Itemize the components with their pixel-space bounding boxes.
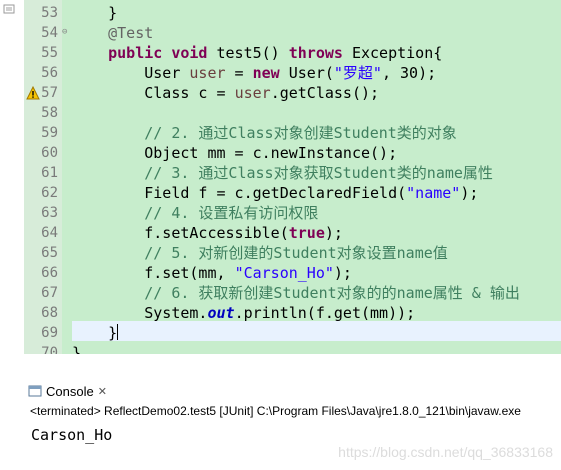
code-line[interactable]: } [72, 343, 81, 354]
fold-collapse-icon[interactable]: ⊖ [62, 28, 71, 37]
code-token: } [72, 344, 82, 354]
code-token: @Test [108, 24, 154, 42]
code-token: user [234, 84, 271, 102]
code-token: test5() [207, 44, 289, 62]
code-token: , 30); [381, 64, 437, 82]
code-token: Exception{ [342, 44, 443, 62]
pin-icon [3, 4, 15, 14]
code-token: new [252, 64, 280, 82]
code-line[interactable]: @Test [72, 23, 153, 43]
warning-icon[interactable] [26, 86, 40, 100]
code-token: ); [333, 264, 352, 282]
panel-divider [0, 354, 561, 378]
line-number: 64 [41, 225, 58, 241]
code-line[interactable]: } [72, 323, 119, 343]
code-token: f.setAccessible( [72, 224, 289, 242]
code-token: user [189, 64, 226, 82]
code-token: Class c = [72, 84, 235, 102]
close-icon[interactable]: ✕ [98, 385, 107, 398]
code-token: ); [460, 184, 479, 202]
watermark: https://blog.csdn.net/qq_36833168 [338, 444, 553, 460]
code-line[interactable]: f.setAccessible(true); [72, 223, 343, 243]
code-token: Field f = c.getDeclaredField( [72, 184, 407, 202]
code-line[interactable]: // 2. 通过Class对象创建Student类的对象 [72, 123, 457, 143]
code-token: true [288, 224, 325, 242]
code-token: User( [279, 64, 334, 82]
code-token: } [72, 324, 118, 342]
console-output: Carson_Ho [31, 426, 113, 444]
line-number: 55 [41, 45, 58, 61]
code-token: // 6. 获取新创建Student对象的的name属性 & 输出 [144, 284, 520, 302]
code-token: Object mm = c.newInstance(); [72, 144, 398, 162]
code-line[interactable]: Field f = c.getDeclaredField("name"); [72, 183, 478, 203]
line-number: 65 [41, 245, 58, 261]
line-number: 69 [41, 325, 58, 341]
line-number: 54 [41, 25, 58, 41]
code-token: .getClass(); [270, 84, 380, 102]
code-line[interactable]: // 5. 对新创建的Student对象设置name值 [72, 243, 448, 263]
code-token: // 5. 对新创建的Student对象设置name值 [144, 244, 448, 262]
code-token: f.set(mm, [72, 264, 235, 282]
code-line[interactable]: User user = new User("罗超", 30); [72, 63, 436, 83]
code-token: = [225, 64, 253, 82]
code-token: } [72, 4, 118, 22]
folding-ruler [62, 0, 72, 354]
console-icon [28, 385, 42, 397]
line-number: 66 [41, 265, 58, 281]
code-editor[interactable]: 53 } 54 @Test ⊖ 55 public void test5() thro… [0, 0, 561, 354]
line-number: 61 [41, 165, 58, 181]
code-token: void [171, 44, 208, 62]
code-line[interactable]: // 3. 通过Class对象获取Student类的name属性 [72, 163, 493, 183]
code-line[interactable]: } [72, 3, 117, 23]
code-token: // 3. 通过Class对象获取Student类的name属性 [144, 164, 493, 182]
code-line[interactable]: f.set(mm, "Carson_Ho"); [72, 263, 352, 283]
line-number: 62 [41, 185, 58, 201]
code-token: User [72, 64, 190, 82]
code-token: "name" [406, 184, 461, 202]
terminated-status: <terminated> ReflectDemo02.test5 [JUnit]… [30, 404, 521, 418]
code-token: .println(f.get(mm)); [234, 304, 416, 322]
line-number: 68 [41, 305, 58, 321]
current-line-highlight [72, 321, 561, 341]
code-token: // 2. 通过Class对象创建Student类的对象 [144, 124, 457, 142]
code-line[interactable]: // 4. 设置私有访问权限 [72, 203, 318, 223]
code-token: throws [288, 44, 343, 62]
code-line[interactable]: Class c = user.getClass(); [72, 83, 379, 103]
line-number: 60 [41, 145, 58, 161]
code-token: public [108, 44, 163, 62]
code-token: ); [324, 224, 343, 242]
text-caret [117, 324, 119, 340]
code-line[interactable]: public void test5() throws Exception{ [72, 43, 442, 63]
code-line[interactable]: System.out.println(f.get(mm)); [72, 303, 415, 323]
line-number: 56 [41, 65, 58, 81]
code-token: "罗超" [333, 64, 382, 82]
code-token: "Carson_Ho" [234, 264, 334, 282]
code-token: out [207, 304, 235, 322]
code-token: // 4. 设置私有访问权限 [144, 204, 319, 222]
line-number: 53 [41, 5, 58, 21]
line-number: 70 [41, 345, 58, 354]
line-number: 58 [41, 105, 58, 121]
console-tab-label: Console [46, 383, 94, 399]
line-number: 67 [41, 285, 58, 301]
code-token: System. [72, 304, 208, 322]
line-number: 63 [41, 205, 58, 221]
code-line[interactable]: Object mm = c.newInstance(); [72, 143, 397, 163]
line-number: 59 [41, 125, 58, 141]
editor-left-margin [0, 0, 24, 354]
code-line[interactable]: // 6. 获取新创建Student对象的的name属性 & 输出 [72, 283, 520, 303]
console-tab[interactable]: Console ✕ [28, 382, 107, 400]
